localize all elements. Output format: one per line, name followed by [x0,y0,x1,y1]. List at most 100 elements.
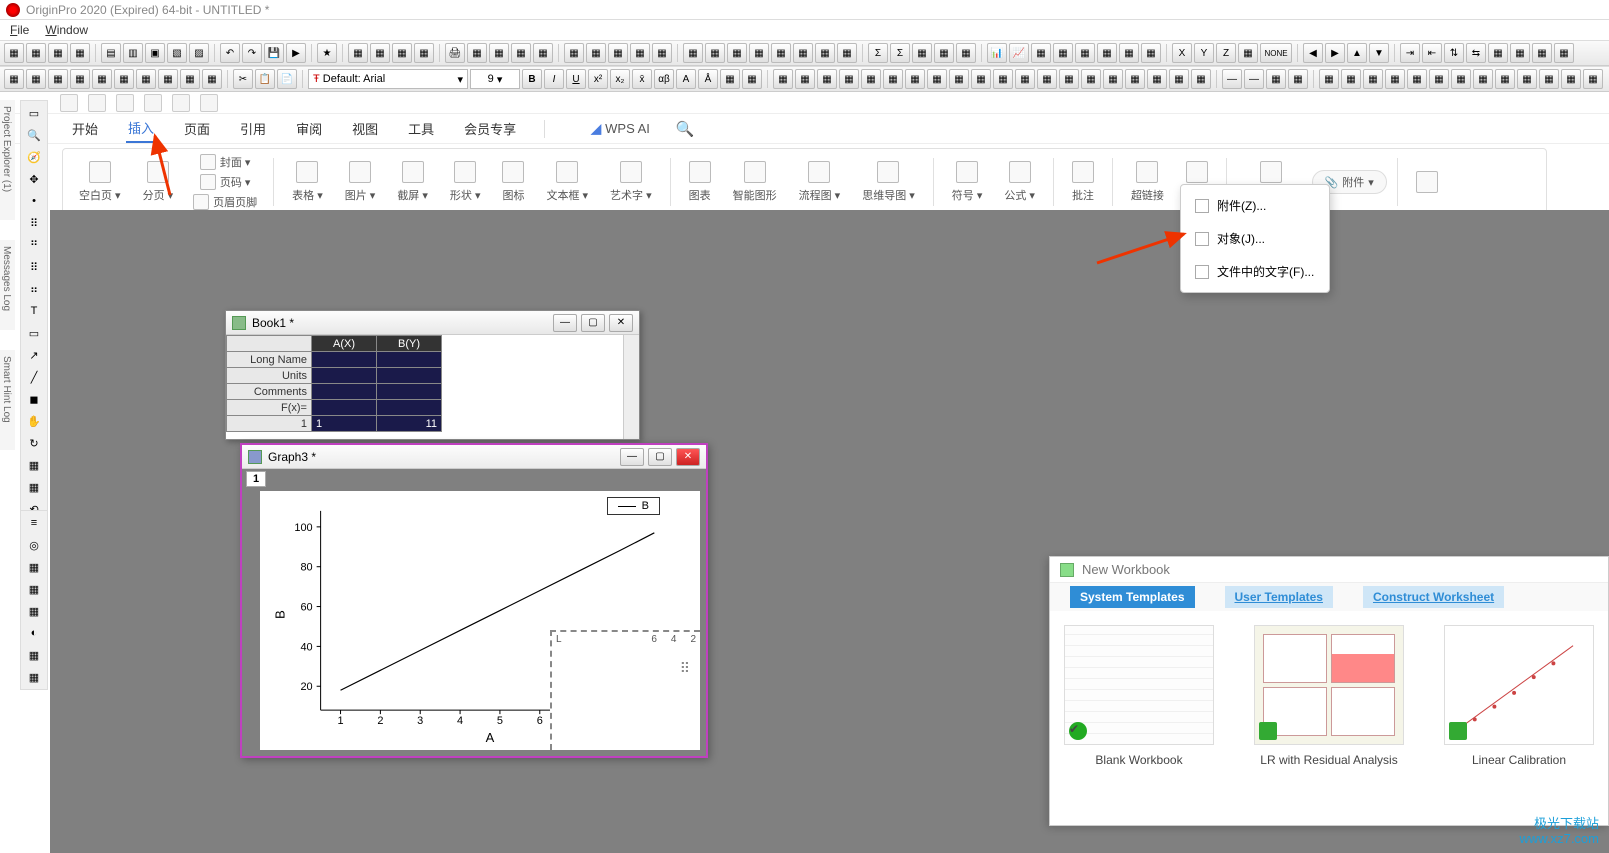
close-button[interactable]: ✕ [676,448,700,466]
tb-btn[interactable]: ▦ [1238,43,1258,63]
tb-btn[interactable]: ↶ [220,43,240,63]
chart-legend[interactable]: B [607,497,660,515]
rib-icons[interactable]: 图标 [494,159,532,205]
tb-btn[interactable]: 📊 [987,43,1007,63]
vb-btn[interactable]: ◎ [23,535,45,555]
tb-underline[interactable]: U [566,69,586,89]
graph3-window[interactable]: Graph3 * — ▢ ✕ 1 B 100 80 60 [240,443,708,758]
tb-btn[interactable]: ▦ [511,43,531,63]
font-selector[interactable]: Ŧ Default: Arial▾ [308,69,468,89]
vb-line[interactable]: ╱ [23,367,45,387]
tb-btn[interactable]: ▦ [26,69,46,89]
tab-page[interactable]: 页面 [182,115,212,142]
tb-btn[interactable]: ▦ [1119,43,1139,63]
tb-btn[interactable]: ▣ [145,43,165,63]
tb-btn[interactable]: ▲ [1347,43,1367,63]
maximize-button[interactable]: ▢ [581,314,605,332]
tb-btn[interactable]: ▼ [1369,43,1389,63]
tb-btn[interactable]: ▦ [630,43,650,63]
tb-btn[interactable]: ▦ [1495,69,1515,89]
tb-btn[interactable]: ⇅ [1444,43,1464,63]
minimize-button[interactable]: — [553,314,577,332]
vb-btn[interactable]: ▦ [23,645,45,665]
tb-btn[interactable]: ▦ [912,43,932,63]
tb-btn[interactable]: ▦ [742,69,762,89]
tb-btn[interactable]: ▦ [26,43,46,63]
tb-btn[interactable]: ▦ [1031,43,1051,63]
tb-btn[interactable]: ▶ [286,43,306,63]
book1-window[interactable]: Book1 * — ▢ ✕ A(X) B(Y) Long Name Units … [225,310,640,440]
vb-zoom[interactable]: 🔍 [23,125,45,145]
tb-cut[interactable]: ✂ [233,69,253,89]
tb-btn[interactable]: ▦ [1539,69,1559,89]
tb-btn[interactable]: ▦ [949,69,969,89]
rib-hyperlink[interactable]: 超链接 [1123,159,1172,205]
tb-btn[interactable]: ▦ [1169,69,1189,89]
tb-btn[interactable]: ▦ [1266,69,1286,89]
tb-btn[interactable]: — [1244,69,1264,89]
tb-btn[interactable]: ▦ [1037,69,1057,89]
tb-btn[interactable]: Å [698,69,718,89]
rib-more[interactable] [1408,169,1446,195]
vb-pointer[interactable]: ▭ [23,103,45,123]
tb-btn[interactable]: ↷ [242,43,262,63]
vb-rotate[interactable]: ↻ [23,433,45,453]
tab-vip[interactable]: 会员专享 [462,115,518,142]
tb-btn[interactable]: ▦ [70,43,90,63]
tb-btn[interactable]: ▦ [705,43,725,63]
col-a[interactable]: A(X) [312,336,377,352]
chart-area[interactable]: B 100 80 60 40 20 123456789 [260,491,700,750]
rib-table[interactable]: 表格 ▾ [284,159,331,205]
template-lr-residual[interactable]: LR with Residual Analysis [1254,625,1404,767]
rib-textbox[interactable]: 文本框 ▾ [538,159,596,205]
col-blank[interactable] [227,336,312,352]
tb-btn[interactable]: ▦ [1363,69,1383,89]
mini-chart[interactable]: L 6 4 2 ⠿ [550,630,700,750]
template-linear-calibration[interactable]: Linear Calibration [1444,625,1594,767]
tb-italic[interactable]: I [544,69,564,89]
tb-btn[interactable]: ▦ [48,43,68,63]
tab-review[interactable]: 审阅 [294,115,324,142]
graph3-titlebar[interactable]: Graph3 * — ▢ ✕ [242,445,706,469]
tb-btn[interactable]: ▥ [123,43,143,63]
tb-btn[interactable]: ▦ [1517,69,1537,89]
tab-ref[interactable]: 引用 [238,115,268,142]
tb-btn[interactable]: ▦ [927,69,947,89]
tb-btn[interactable]: ▦ [467,43,487,63]
menu-item-object[interactable]: 对象(J)... [1181,222,1329,255]
tb-btn[interactable]: NONE [1260,43,1292,63]
rib-comment[interactable]: 批注 [1064,159,1102,205]
tb-greek[interactable]: αβ [654,69,674,89]
tb-btn[interactable]: ▦ [564,43,584,63]
tb-btn[interactable]: ▧ [167,43,187,63]
vb-sel[interactable]: ⠛ [23,235,45,255]
vb-btn[interactable]: ▦ [23,557,45,577]
tb-btn[interactable]: ▦ [1532,43,1552,63]
font-size-selector[interactable]: 9 ▾ [470,69,520,89]
tb-btn[interactable]: ▦ [158,69,178,89]
qat-redo[interactable] [200,94,218,112]
vb-btn[interactable]: ◐ [23,623,45,643]
cell-b1[interactable]: 11 [377,416,442,432]
vb-reader[interactable]: 🧭 [23,147,45,167]
tb-btn[interactable]: ▦ [1554,43,1574,63]
tb-btn[interactable]: 🖨 [445,43,465,63]
tb-btn[interactable]: ★ [317,43,337,63]
tb-btn[interactable]: ▦ [771,43,791,63]
qat-btn[interactable] [88,94,106,112]
tb-btn[interactable]: ▦ [956,43,976,63]
tb-btn[interactable]: ▦ [795,69,815,89]
tb-btn[interactable]: Σ [890,43,910,63]
tb-btn[interactable]: ▦ [815,43,835,63]
vb-text[interactable]: T [23,301,45,321]
project-explorer-tab[interactable]: Project Explorer (1) [0,100,15,220]
book1-scrollbar[interactable] [623,335,639,439]
tb-btn[interactable]: — [1222,69,1242,89]
tb-btn[interactable]: ▦ [4,69,24,89]
tb-btn[interactable]: ▦ [136,69,156,89]
tb-btn[interactable]: ▦ [1053,43,1073,63]
tb-sub[interactable]: x₂ [610,69,630,89]
tb-btn[interactable]: ▦ [1510,43,1530,63]
vb-data[interactable]: • [23,191,45,211]
tb-btn[interactable]: ▦ [1488,43,1508,63]
